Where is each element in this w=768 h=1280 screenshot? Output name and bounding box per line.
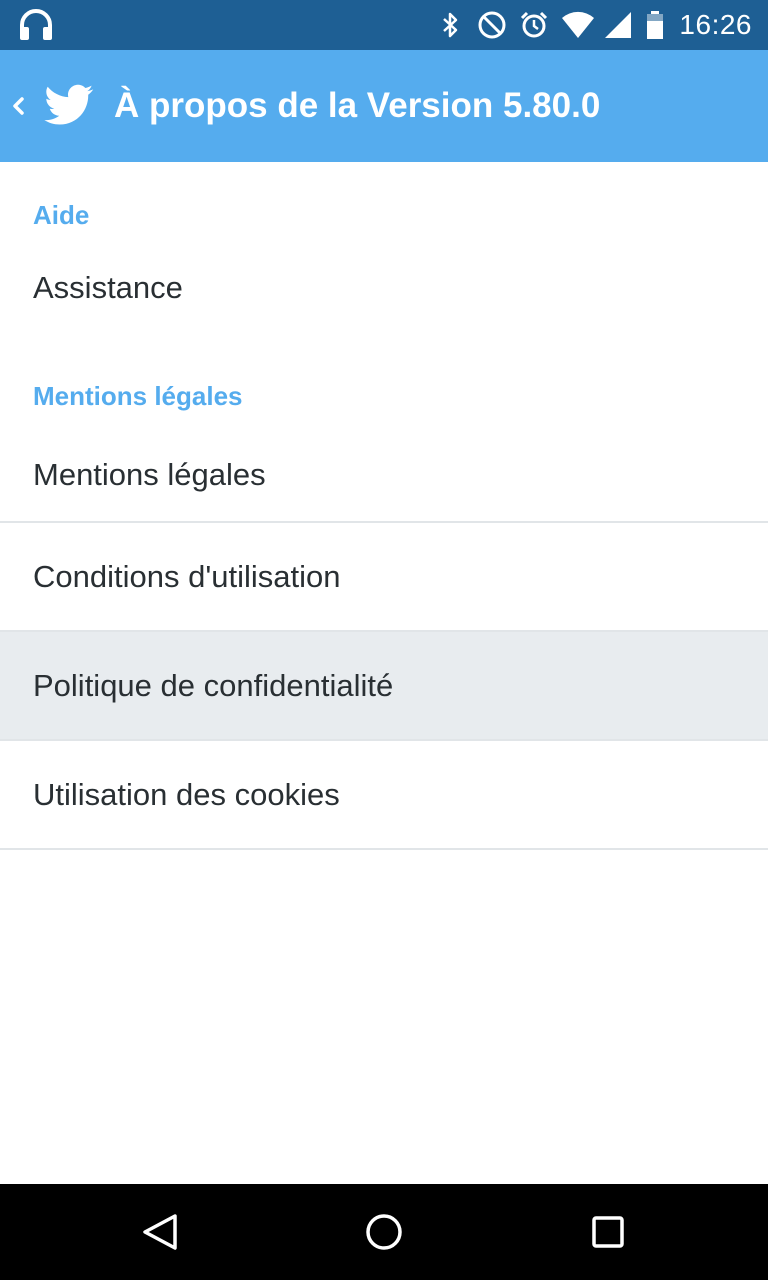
screen: 16:26 À propos de la Version 5.80.0 Aide… — [0, 0, 768, 1280]
battery-icon — [645, 10, 665, 40]
list-item-cookies[interactable]: Utilisation des cookies — [0, 741, 768, 848]
status-bar: 16:26 — [0, 0, 768, 50]
list-item-label: Utilisation des cookies — [33, 776, 340, 812]
wifi-icon — [561, 10, 595, 40]
list-item-terms[interactable]: Conditions d'utilisation — [0, 523, 768, 630]
page-title: À propos de la Version 5.80.0 — [114, 86, 601, 125]
nav-recents-square-icon[interactable] — [578, 1202, 638, 1262]
list-item-label: Mentions légales — [33, 457, 266, 492]
section-header-help: Aide — [33, 200, 90, 230]
list-item-label: Assistance — [33, 270, 183, 305]
bluetooth-icon — [435, 10, 465, 40]
signal-icon — [603, 10, 633, 40]
app-bar: À propos de la Version 5.80.0 — [0, 50, 768, 162]
status-icons: 16:26 — [423, 0, 752, 50]
list-item-privacy[interactable]: Politique de confidentialité — [0, 632, 768, 739]
alarm-icon — [519, 10, 549, 40]
back-button[interactable] — [0, 50, 104, 162]
status-time: 16:26 — [679, 9, 752, 40]
nav-back-triangle-icon[interactable] — [130, 1202, 190, 1262]
chevron-left-icon — [10, 93, 26, 119]
do-not-disturb-icon — [477, 10, 507, 40]
list-item-legal-notices[interactable]: Mentions légales — [0, 429, 768, 521]
navigation-bar — [0, 1184, 768, 1280]
nav-home-circle-icon[interactable] — [354, 1202, 414, 1262]
headphones-icon — [18, 8, 54, 42]
list-item-label: Conditions d'utilisation — [33, 558, 341, 594]
divider — [0, 848, 768, 850]
section-header-legal: Mentions légales — [33, 381, 243, 411]
list-item-assistance[interactable]: Assistance — [0, 248, 768, 328]
twitter-bird-icon — [44, 84, 94, 126]
list-item-label: Politique de confidentialité — [33, 667, 394, 703]
